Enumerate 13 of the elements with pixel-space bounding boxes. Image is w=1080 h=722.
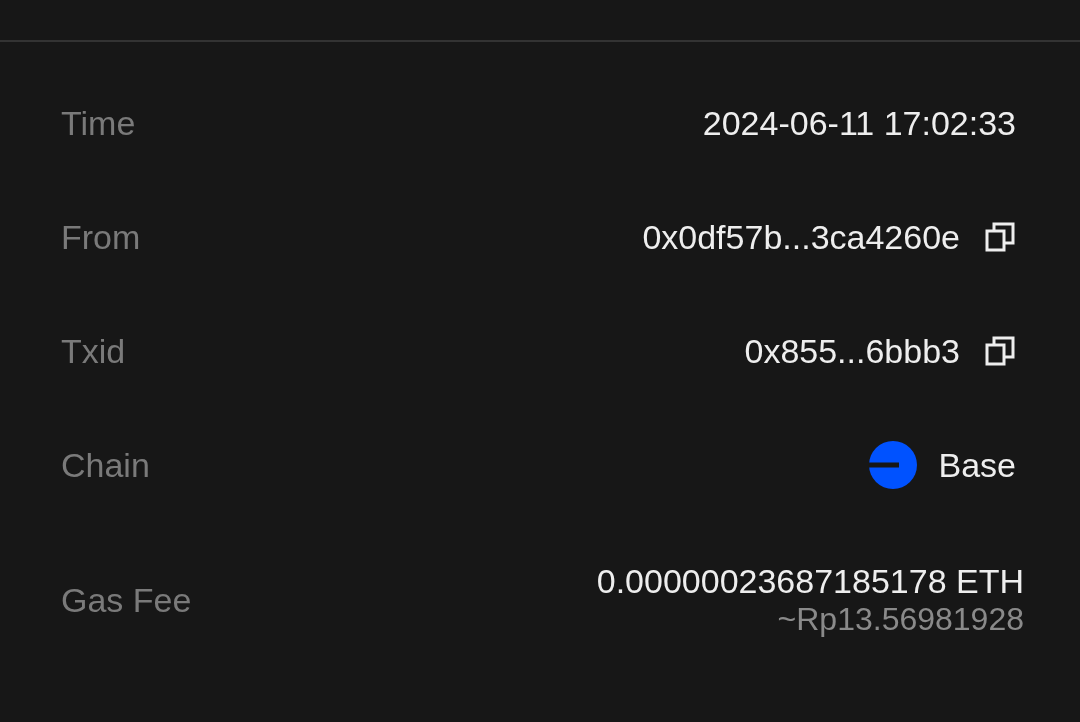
detail-label: Chain (61, 445, 150, 485)
fiat-value: ~Rp13.56981928 (777, 601, 1024, 638)
detail-value: Base (938, 445, 1016, 485)
detail-value: 0x855...6bbb3 (744, 331, 960, 371)
detail-value: 0.00000023687185178 ETH (596, 562, 1024, 601)
detail-label: From (61, 217, 141, 257)
detail-label: Txid (61, 331, 126, 371)
detail-value: 2024-06-11 17:02:33 (702, 103, 1016, 143)
detail-label: Gas Fee (61, 580, 192, 620)
copy-icon[interactable] (984, 335, 1016, 367)
detail-label: Time (61, 103, 136, 143)
copy-icon[interactable] (984, 221, 1016, 253)
detail-value: 0x0df57b...3ca4260e (642, 217, 960, 257)
